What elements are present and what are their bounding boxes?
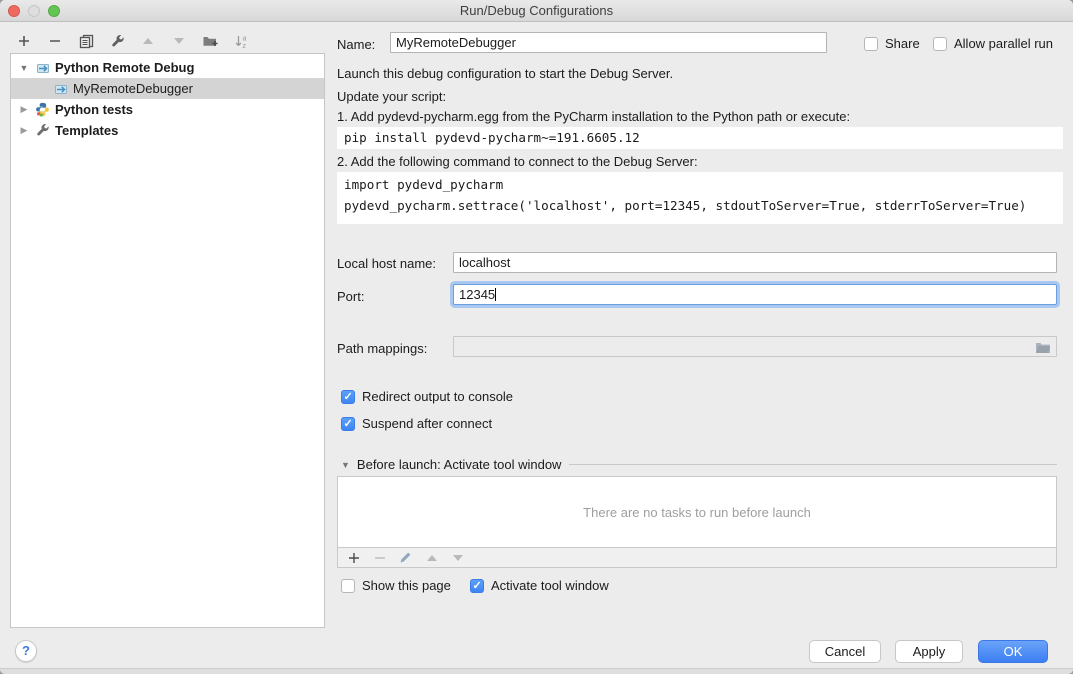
- run-debug-configurations-dialog: Run/Debug Configurations az ▼: [0, 0, 1073, 674]
- window-bottom-edge: [0, 668, 1073, 674]
- show-this-page-label: Show this page: [362, 578, 451, 593]
- remote-debug-icon: [35, 60, 51, 76]
- tree-item-label: Python Remote Debug: [55, 60, 194, 75]
- allow-parallel-run-label: Allow parallel run: [954, 36, 1053, 51]
- checkbox-icon[interactable]: [470, 579, 484, 593]
- allow-parallel-run-checkbox[interactable]: Allow parallel run: [933, 36, 1053, 51]
- move-task-up-icon: [425, 551, 438, 564]
- svg-text:z: z: [243, 43, 247, 49]
- titlebar: Run/Debug Configurations: [0, 0, 1073, 22]
- local-host-name-input[interactable]: localhost: [453, 252, 1057, 273]
- tree-item-templates[interactable]: ▶ Templates: [11, 120, 324, 141]
- help-button[interactable]: ?: [15, 640, 37, 662]
- checkbox-icon[interactable]: [933, 37, 947, 51]
- browse-folder-icon[interactable]: [1035, 340, 1051, 357]
- expand-collapse-icon[interactable]: ▼: [19, 63, 29, 73]
- code-line: pip install pydevd-pycharm~=191.6605.12: [344, 127, 1056, 148]
- path-mappings-label: Path mappings:: [337, 341, 427, 356]
- suspend-after-connect-checkbox[interactable]: Suspend after connect: [341, 416, 492, 431]
- name-label: Name:: [337, 37, 375, 52]
- separator-line: [569, 464, 1057, 465]
- templates-icon: [35, 123, 51, 139]
- configurations-tree: ▼ Python Remote Debug MyRemoteDebugger ▶…: [10, 53, 325, 628]
- share-label: Share: [885, 36, 920, 51]
- cancel-button[interactable]: Cancel: [809, 640, 881, 663]
- remote-debug-icon: [53, 81, 69, 97]
- show-this-page-checkbox[interactable]: Show this page: [341, 578, 451, 593]
- checkbox-icon[interactable]: [341, 417, 355, 431]
- instruction-step-1: 1. Add pydevd-pycharm.egg from the PyCha…: [337, 109, 850, 124]
- instruction-line-2: Update your script:: [337, 89, 446, 104]
- redirect-output-label: Redirect output to console: [362, 389, 513, 404]
- before-launch-toolbar: [337, 547, 1057, 568]
- settrace-code-block: import pydevd_pycharm pydevd_pycharm.set…: [337, 172, 1063, 224]
- activate-tool-window-checkbox[interactable]: Activate tool window: [470, 578, 609, 593]
- configurations-toolbar: az: [16, 30, 249, 52]
- python-tests-icon: [35, 102, 51, 118]
- window-title: Run/Debug Configurations: [0, 0, 1073, 22]
- tree-item-myremotedebugger[interactable]: MyRemoteDebugger: [11, 78, 324, 99]
- instruction-step-2: 2. Add the following command to connect …: [337, 154, 698, 169]
- before-launch-header[interactable]: ▼ Before launch: Activate tool window: [341, 457, 1057, 472]
- remove-icon[interactable]: [47, 33, 63, 49]
- new-folder-icon[interactable]: [202, 33, 218, 49]
- local-host-name-value: localhost: [459, 255, 510, 270]
- ok-button[interactable]: OK: [978, 640, 1048, 663]
- empty-tasks-message: There are no tasks to run before launch: [583, 505, 811, 520]
- apply-button[interactable]: Apply: [895, 640, 963, 663]
- remove-task-icon: [373, 551, 386, 564]
- suspend-after-connect-label: Suspend after connect: [362, 416, 492, 431]
- code-line: pydevd_pycharm.settrace('localhost', por…: [344, 195, 1056, 216]
- sort-alphabetically-icon: az: [233, 33, 249, 49]
- port-label: Port:: [337, 289, 364, 304]
- svg-text:a: a: [243, 35, 247, 42]
- move-down-icon: [171, 33, 187, 49]
- instruction-line-1: Launch this debug configuration to start…: [337, 66, 673, 81]
- add-icon[interactable]: [16, 33, 32, 49]
- tree-item-label: Python tests: [55, 102, 133, 117]
- port-value: 12345: [459, 287, 495, 302]
- collapse-icon[interactable]: ▼: [341, 460, 350, 470]
- checkbox-icon[interactable]: [341, 390, 355, 404]
- edit-templates-icon[interactable]: [109, 33, 125, 49]
- tree-item-python-remote-debug[interactable]: ▼ Python Remote Debug: [11, 57, 324, 78]
- checkbox-icon[interactable]: [341, 579, 355, 593]
- tree-item-python-tests[interactable]: ▶ Python tests: [11, 99, 324, 120]
- tree-item-label: MyRemoteDebugger: [73, 81, 193, 96]
- before-launch-task-list[interactable]: There are no tasks to run before launch: [337, 476, 1057, 547]
- move-up-icon: [140, 33, 156, 49]
- expand-collapse-icon[interactable]: ▶: [19, 104, 29, 115]
- code-line: import pydevd_pycharm: [344, 174, 1056, 195]
- before-launch-title: Before launch: Activate tool window: [357, 457, 562, 472]
- copy-icon[interactable]: [78, 33, 94, 49]
- share-checkbox[interactable]: Share: [864, 36, 920, 51]
- checkbox-icon[interactable]: [864, 37, 878, 51]
- edit-task-icon: [399, 551, 412, 564]
- add-task-icon[interactable]: [347, 551, 360, 564]
- port-input[interactable]: 12345: [453, 284, 1057, 305]
- path-mappings-input[interactable]: [453, 336, 1057, 357]
- activate-tool-window-label: Activate tool window: [491, 578, 609, 593]
- redirect-output-checkbox[interactable]: Redirect output to console: [341, 389, 513, 404]
- local-host-name-label: Local host name:: [337, 256, 436, 271]
- move-task-down-icon: [451, 551, 464, 564]
- name-value: MyRemoteDebugger: [396, 35, 516, 50]
- pip-install-code-block: pip install pydevd-pycharm~=191.6605.12: [337, 127, 1063, 149]
- name-input[interactable]: MyRemoteDebugger: [390, 32, 827, 53]
- tree-item-label: Templates: [55, 123, 118, 138]
- text-caret: [495, 288, 496, 301]
- expand-collapse-icon[interactable]: ▶: [19, 125, 29, 136]
